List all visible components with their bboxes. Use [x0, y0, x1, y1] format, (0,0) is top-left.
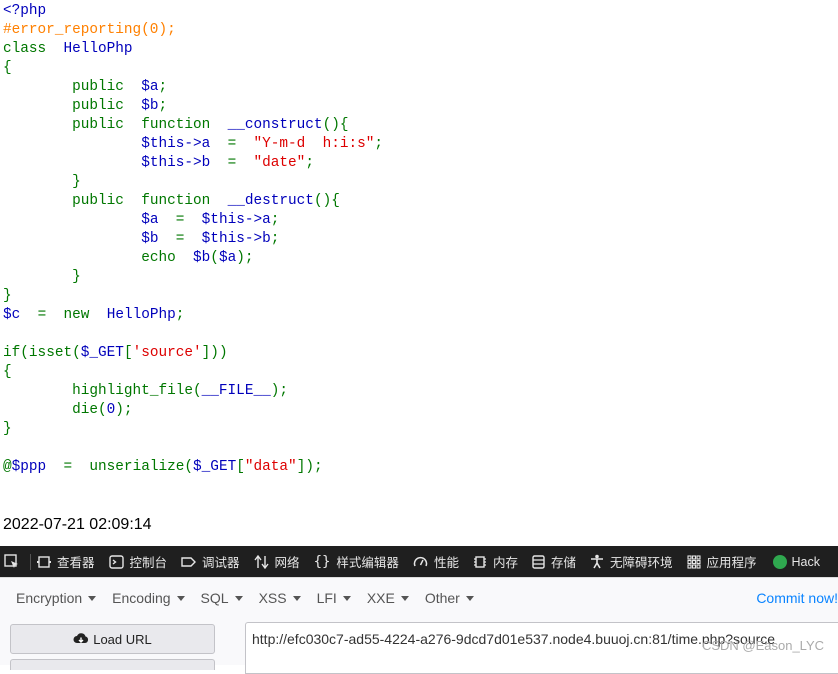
code-line-23: } [3, 421, 12, 437]
tab-hackbar-label: Hack [791, 554, 820, 569]
code-line-16: } [3, 288, 12, 304]
menu-other[interactable]: Other [417, 586, 482, 610]
devtools-toolbar: 查看器 控制台 调试器 网络 {} 样式编辑器 性能 内存 存储 无障碍环境 应… [0, 546, 838, 577]
code-line-10: } [3, 174, 81, 190]
code-line-6: public $b; [72, 98, 168, 114]
url-value: http://efc030c7-ad55-4224-a276-9dcd7d01e… [252, 631, 776, 647]
code-line-13: $b = $this->b; [141, 231, 280, 247]
tab-style-editor-label: 样式编辑器 [336, 556, 399, 570]
php-source-code: <?php #error_reporting(0);class HelloPhp {… [3, 2, 383, 477]
pick-element-button[interactable] [0, 546, 24, 577]
chevron-down-icon [342, 595, 351, 601]
tab-accessibility-label: 无障碍环境 [609, 556, 673, 570]
menu-encryption[interactable]: Encryption [8, 586, 104, 610]
inspector-icon [37, 555, 51, 568]
code-line-2: #error_reporting(0); [3, 22, 176, 38]
menu-encoding[interactable]: Encoding [104, 586, 192, 610]
chevron-down-icon [88, 595, 97, 601]
cloud-download-icon [73, 633, 89, 643]
tab-debugger[interactable]: 调试器 [181, 546, 240, 577]
split-url-button[interactable] [10, 659, 215, 670]
console-icon [108, 554, 124, 569]
tab-application[interactable]: 应用程序 [686, 546, 757, 577]
tab-network-label: 网络 [274, 556, 300, 570]
chevron-down-icon [400, 595, 409, 601]
tab-style-editor[interactable]: {} 样式编辑器 [314, 546, 399, 577]
tab-storage-label: 存储 [550, 556, 576, 570]
tab-network[interactable]: 网络 [253, 546, 300, 577]
debugger-icon [181, 556, 197, 567]
code-line-21: highlight_file(__FILE__); [72, 383, 289, 399]
load-url-label: Load URL [93, 631, 152, 647]
menu-lfi[interactable]: LFI [309, 586, 359, 610]
tab-inspector-label: 查看器 [57, 556, 95, 570]
code-line-12: $a = $this->a; [141, 212, 280, 228]
tab-accessibility[interactable]: 无障碍环境 [590, 546, 673, 577]
menu-sql[interactable]: SQL [193, 586, 251, 610]
hackbar-menu-row: Encryption Encoding SQL XSS LFI XXE Othe… [8, 586, 482, 610]
code-line-15: } [3, 269, 81, 285]
chevron-down-icon [176, 595, 185, 601]
tab-inspector[interactable]: 查看器 [37, 546, 95, 577]
tab-performance[interactable]: 性能 [413, 546, 459, 577]
tab-console[interactable]: 控制台 [108, 546, 168, 577]
code-line-20: { [3, 364, 12, 380]
code-line-7: public function __construct(){ [72, 117, 349, 133]
accessibility-icon [590, 554, 603, 569]
code-line-22: die(0); [72, 402, 133, 418]
code-line-25: @$ppp = unserialize($_GET["data"]); [3, 459, 323, 475]
echo-output-timestamp: 2022-07-21 02:09:14 [3, 516, 152, 533]
tab-performance-label: 性能 [433, 556, 459, 570]
code-line-3: class HelloPhp [3, 41, 133, 57]
commit-now-link[interactable]: Commit now! [756, 590, 838, 606]
tab-memory[interactable]: 内存 [473, 546, 518, 577]
code-line-14: echo $b($a); [141, 250, 254, 266]
code-line-17: $c = new HelloPhp; [3, 307, 185, 323]
code-line-4: { [3, 60, 12, 76]
chevron-down-icon [292, 595, 301, 601]
csdn-watermark: CSDN @Eason_LYC [701, 638, 824, 653]
tab-application-label: 应用程序 [706, 556, 757, 570]
hackbar-icon [772, 554, 787, 569]
code-line-8: $this->a = "Y-m-d h:i:s"; [141, 136, 384, 152]
code-line-9: $this->b = "date"; [141, 155, 314, 171]
code-line-1: <?php [3, 3, 47, 19]
pick-element-icon [4, 553, 18, 568]
tab-storage[interactable]: 存储 [532, 546, 576, 577]
tab-console-label: 控制台 [129, 556, 168, 570]
code-line-5: public $a; [72, 79, 168, 95]
code-line-19: if(isset($_GET['source'])) [3, 345, 228, 361]
chevron-down-icon [465, 595, 474, 601]
menu-xxe[interactable]: XXE [359, 586, 417, 610]
storage-icon [532, 554, 545, 569]
tab-memory-label: 内存 [492, 556, 518, 570]
chevron-down-icon [234, 595, 243, 601]
network-icon [253, 554, 269, 569]
application-icon [686, 554, 701, 569]
code-line-11: public function __destruct(){ [72, 193, 340, 209]
memory-icon [473, 555, 486, 568]
toolbar-separator [30, 553, 31, 570]
performance-icon [413, 556, 428, 566]
tab-debugger-label: 调试器 [202, 556, 240, 570]
load-url-button[interactable]: Load URL [10, 624, 215, 654]
style-editor-icon: {} [313, 553, 331, 570]
menu-xss[interactable]: XSS [251, 586, 309, 610]
tab-hackbar[interactable]: Hack [772, 546, 820, 577]
